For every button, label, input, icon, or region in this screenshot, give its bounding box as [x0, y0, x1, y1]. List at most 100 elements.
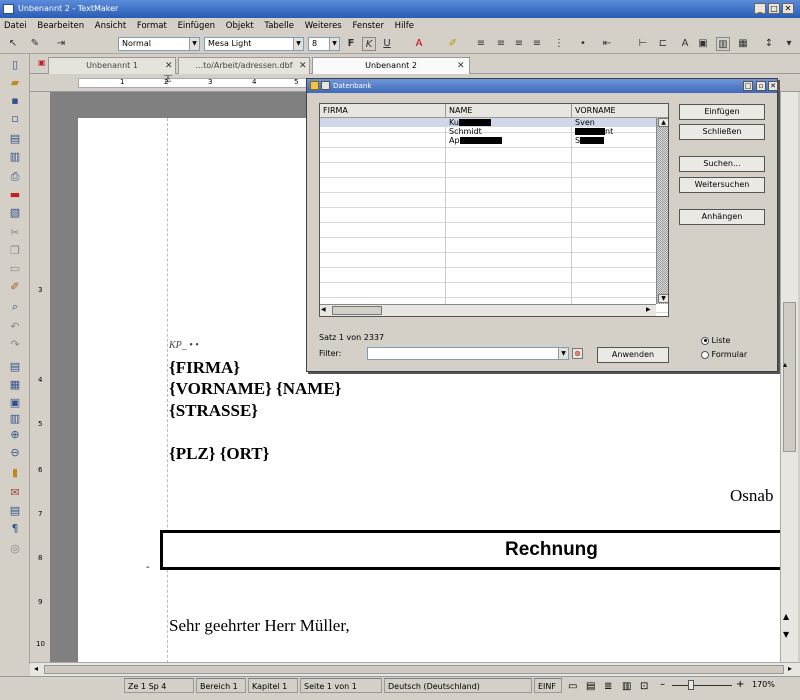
chevron-down-icon[interactable]: ▼ [189, 38, 199, 50]
next-page-icon[interactable]: ▼ [783, 630, 789, 639]
close-dialog-button[interactable]: Schließen [679, 124, 765, 140]
picture-icon[interactable]: ▣ [696, 37, 710, 51]
print-icon[interactable]: ⎙ [8, 170, 22, 184]
cut-icon[interactable]: ✂ [8, 226, 22, 240]
dialog-maximize-icon[interactable]: □ [743, 81, 753, 91]
align-left-icon[interactable]: ≡ [474, 37, 488, 51]
menu-tabelle[interactable]: Tabelle [260, 21, 298, 31]
tab-unbenannt-1[interactable]: Unbenannt 1 ✕ [48, 57, 176, 74]
scroll-up-icon[interactable]: ▴ [783, 360, 787, 369]
indent-marker-icon[interactable]: ⏄ [164, 74, 172, 85]
pointer-icon[interactable]: ↖ [6, 37, 20, 51]
dialog-restore-icon[interactable]: ▫ [756, 81, 766, 91]
dialog-title-bar[interactable]: Datenbank □ ▫ ✕ [307, 79, 778, 93]
view-option-list[interactable]: Liste [701, 336, 730, 345]
bullets-icon[interactable]: • [576, 37, 590, 51]
table-row-name[interactable]: Ap [446, 136, 502, 145]
mail-icon[interactable]: ✉ [8, 486, 22, 500]
scroll-thumb[interactable] [332, 306, 382, 315]
menu-bearbeiten[interactable]: Bearbeiten [33, 21, 88, 31]
append-button[interactable]: Anhängen [679, 209, 765, 225]
close-icon[interactable]: ✕ [165, 58, 173, 74]
close-icon[interactable]: ✕ [299, 58, 307, 74]
minimize-button[interactable]: _ [754, 3, 766, 14]
pdf-icon[interactable]: ▬ [8, 188, 22, 202]
close-icon[interactable]: ✕ [457, 58, 465, 74]
menu-ansicht[interactable]: Ansicht [91, 21, 130, 31]
scroll-up-icon[interactable]: ▲ [658, 118, 668, 127]
clear-filter-icon[interactable]: ⊗ [572, 348, 583, 359]
outline-view-icon[interactable]: ≣ [604, 679, 612, 695]
vertical-scrollbar[interactable]: ▴ ▲ ▼ [780, 92, 798, 662]
border-icon[interactable]: ⊏ [656, 37, 670, 51]
chevron-down-icon[interactable]: ▼ [293, 38, 303, 50]
scroll-down-icon[interactable]: ▼ [658, 294, 668, 303]
close-button[interactable]: ✕ [782, 3, 794, 14]
zoom-in-icon[interactable]: ⊕ [8, 428, 22, 442]
document-properties-icon[interactable]: ▤ [8, 504, 22, 518]
justify-icon[interactable]: ≡ [530, 37, 544, 51]
numbering-icon[interactable]: ⋮ [552, 37, 566, 51]
columns-icon[interactable]: ▥ [716, 37, 730, 51]
records-grid[interactable]: FIRMA NAME VORNAME Ku Sven Schmidt nt Ap… [319, 103, 669, 317]
chevron-down-icon[interactable]: ▼ [558, 348, 568, 359]
paste-icon[interactable]: ▭ [8, 262, 22, 276]
chart-icon[interactable]: ▥ [8, 412, 22, 426]
radio-formular[interactable] [701, 350, 709, 359]
grid-vertical-scrollbar[interactable]: ▲ ▼ [656, 118, 668, 304]
table-icon[interactable]: ▦ [736, 37, 750, 51]
zoom-slider-handle[interactable] [688, 680, 694, 690]
apply-button[interactable]: Anwenden [597, 347, 669, 363]
open-folder-icon[interactable]: ▰ [8, 76, 22, 90]
style-combo[interactable]: Normal ▼ [118, 37, 200, 51]
menu-objekt[interactable]: Objekt [222, 21, 258, 31]
new-document-icon[interactable]: ▯ [8, 58, 22, 72]
redo-icon[interactable]: ↷ [8, 338, 22, 352]
menu-hilfe[interactable]: Hilfe [391, 21, 418, 31]
column-header-vorname[interactable]: VORNAME [572, 104, 668, 118]
horizontal-scrollbar[interactable]: ◂ ▸ [30, 662, 800, 676]
scroll-thumb[interactable] [44, 665, 784, 674]
font-color-icon[interactable]: A [412, 37, 426, 51]
find-icon[interactable]: ⌕ [8, 300, 22, 314]
insert-field-icon[interactable]: ▤ [8, 360, 22, 374]
scroll-left-icon[interactable]: ◂ [34, 664, 38, 673]
view-option-form[interactable]: Formular [701, 350, 747, 359]
column-header-firma[interactable]: FIRMA [320, 104, 446, 118]
format-brush-icon[interactable]: ✎ [28, 37, 42, 51]
font-combo[interactable]: Mesa Light ▼ [204, 37, 304, 51]
status-language[interactable]: Deutsch (Deutschland) [384, 678, 532, 693]
filter-input[interactable]: ▼ [367, 347, 569, 360]
vertical-ruler[interactable]: 3 4 5 6 7 8 9 10 [30, 92, 50, 662]
italic-icon[interactable]: K [362, 37, 376, 51]
zoom-out-icon[interactable]: ⊖ [8, 446, 22, 460]
menu-einfuegen[interactable]: Einfügen [174, 21, 220, 31]
text-frame-icon[interactable]: A [678, 37, 692, 51]
zoom-fit-icon[interactable]: ⊡ [640, 679, 648, 695]
size-combo[interactable]: 8 ▼ [308, 37, 340, 51]
master-page-icon[interactable]: ▥ [622, 679, 631, 695]
table-row-vorname[interactable]: Sven [572, 118, 595, 127]
paragraph-spacing-icon[interactable]: ↕ [762, 37, 776, 51]
print-preview-icon[interactable]: ▧ [8, 206, 22, 220]
scroll-right-icon[interactable]: ▸ [788, 664, 792, 673]
save-as-icon[interactable]: ▫ [8, 112, 22, 126]
format-paint-icon[interactable]: ✐ [8, 280, 22, 294]
help-icon[interactable]: ◎ [8, 542, 22, 556]
scroll-right-icon[interactable]: ▶ [646, 306, 651, 313]
search-next-button[interactable]: Weitersuchen [679, 177, 765, 193]
insert-table-icon[interactable]: ▦ [8, 378, 22, 392]
underline-icon[interactable]: U [380, 37, 394, 51]
tab-adressen[interactable]: ...to/Arbeit/adressen.dbf ✕ [178, 57, 310, 74]
menu-format[interactable]: Format [133, 21, 171, 31]
dialog-close-icon[interactable]: ✕ [768, 81, 778, 91]
maximize-button[interactable]: □ [768, 3, 780, 14]
zoom-in-button[interactable]: + [736, 677, 744, 693]
save-icon[interactable]: ▪ [8, 94, 22, 108]
tab-unbenannt-2[interactable]: Unbenannt 2 ✕ [312, 57, 470, 74]
search-button[interactable]: Suchen... [679, 156, 765, 172]
objects-icon[interactable]: ▮ [8, 466, 22, 480]
copy-icon[interactable]: ❐ [8, 244, 22, 258]
menu-fenster[interactable]: Fenster [348, 21, 388, 31]
prev-page-icon[interactable]: ▲ [783, 612, 789, 621]
